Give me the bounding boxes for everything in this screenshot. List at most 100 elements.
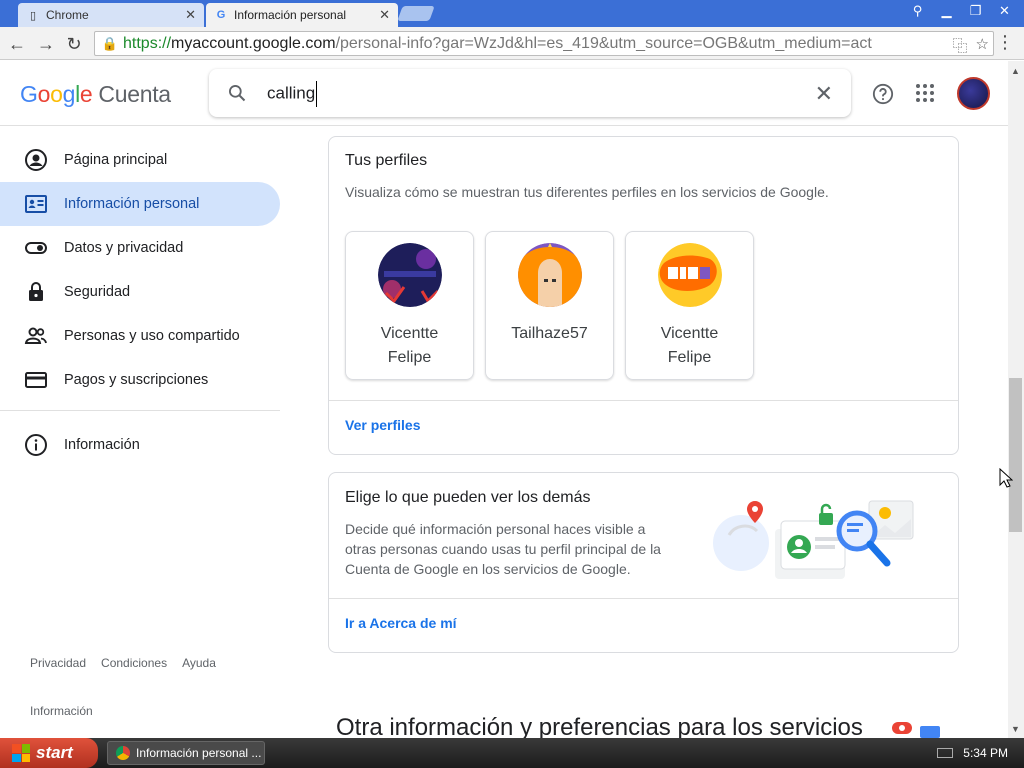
scroll-up-icon[interactable]: ▲ bbox=[1011, 66, 1020, 76]
url-scheme: https:// bbox=[123, 34, 172, 52]
profiles-card: Tus perfiles Visualiza cómo se muestran … bbox=[328, 136, 959, 455]
search-input[interactable]: calling bbox=[267, 81, 318, 107]
sidebar-item-label: Página principal bbox=[64, 152, 168, 168]
window-controls: ⚲ ▁ ❐ ✕ bbox=[904, 2, 1018, 20]
profile-name: Vicentte Felipe bbox=[660, 325, 719, 366]
forward-arrow-icon[interactable]: → bbox=[35, 33, 57, 55]
credit-card-icon bbox=[25, 372, 47, 388]
tab-title: Chrome bbox=[46, 8, 89, 22]
lock-icon: 🔒 bbox=[101, 35, 119, 51]
scroll-down-icon[interactable]: ▼ bbox=[1011, 724, 1020, 734]
brand-suffix: Cuenta bbox=[98, 81, 171, 107]
google-wordmark: Google bbox=[20, 81, 93, 107]
section-illustration bbox=[892, 722, 940, 738]
clear-search-icon[interactable]: ✕ bbox=[815, 81, 833, 107]
footer-links: Privacidad Condiciones Ayuda bbox=[30, 656, 216, 670]
profile-icon[interactable]: ⚲ bbox=[904, 2, 931, 20]
sidebar-item-informacion-personal[interactable]: Información personal bbox=[0, 182, 280, 226]
sidebar-item-pagos[interactable]: Pagos y suscripciones bbox=[0, 358, 280, 402]
browser-toolbar: ← → ↻ 🔒 https://myaccount.google.com/per… bbox=[0, 27, 1024, 60]
start-label: start bbox=[36, 743, 73, 762]
profile-picture bbox=[517, 243, 582, 307]
people-icon bbox=[24, 327, 47, 344]
card-divider bbox=[329, 400, 958, 401]
keyboard-icon[interactable] bbox=[937, 748, 954, 758]
sidebar-item-datos-y-privacidad[interactable]: Datos y privacidad bbox=[0, 226, 280, 270]
sidebar-item-label: Pagos y suscripciones bbox=[64, 372, 209, 388]
close-icon[interactable]: ✕ bbox=[185, 7, 196, 23]
start-button[interactable]: start bbox=[0, 738, 98, 768]
url-host: myaccount.google.com bbox=[171, 34, 336, 52]
translate-icon[interactable]: ⿻ bbox=[953, 35, 968, 56]
ver-perfiles-link[interactable]: Ver perfiles bbox=[345, 417, 421, 433]
profile-picture bbox=[377, 243, 442, 307]
scrollbar-thumb[interactable] bbox=[1009, 378, 1022, 532]
profile-card[interactable]: Vicentte Felipe bbox=[345, 231, 474, 380]
acerca-de-mi-link[interactable]: Ir a Acerca de mí bbox=[345, 615, 457, 631]
minimize-button[interactable]: ▁ bbox=[933, 2, 960, 20]
tab-informacion-personal[interactable]: G Información personal ✕ bbox=[206, 3, 398, 27]
card-divider bbox=[329, 598, 958, 599]
card-description: Decide qué información personal haces vi… bbox=[345, 521, 661, 577]
help-icon[interactable] bbox=[872, 83, 894, 105]
sidebar-item-label: Datos y privacidad bbox=[64, 240, 184, 256]
id-card-icon bbox=[25, 195, 47, 213]
footer-link-privacidad[interactable]: Privacidad bbox=[30, 656, 86, 670]
card-title: Elige lo que pueden ver los demás bbox=[345, 489, 591, 506]
profile-name: Tailhaze57 bbox=[511, 325, 588, 342]
card-title: Tus perfiles bbox=[345, 152, 428, 169]
card-description: Visualiza cómo se muestran tus diferente… bbox=[345, 184, 829, 200]
visibility-card: Elige lo que pueden ver los demás Decide… bbox=[328, 472, 959, 653]
taskbar-item-chrome[interactable]: Información personal ... bbox=[107, 741, 265, 765]
system-tray: 5:34 PM bbox=[914, 738, 1024, 768]
close-icon[interactable]: ✕ bbox=[379, 7, 390, 23]
footer-link-informacion[interactable]: Información bbox=[30, 704, 93, 718]
sidebar-divider bbox=[0, 410, 280, 411]
browser-tab-bar: ▯ Chrome ✕ G Información personal ✕ ⚲ ▁ … bbox=[0, 0, 1024, 27]
search-icon bbox=[229, 85, 246, 102]
url-path: /personal-info?gar=WzJd&hl=es_419&utm_so… bbox=[335, 34, 872, 52]
sidebar-item-label: Seguridad bbox=[64, 284, 131, 300]
sidebar-item-informacion[interactable]: Información bbox=[0, 423, 280, 467]
footer-link-ayuda[interactable]: Ayuda bbox=[182, 656, 216, 670]
google-account-logo[interactable]: Google Cuenta bbox=[20, 81, 171, 108]
lock-icon bbox=[29, 282, 43, 301]
restore-button[interactable]: ❐ bbox=[962, 2, 989, 20]
windows-logo-icon bbox=[12, 744, 30, 762]
mouse-cursor-icon bbox=[999, 468, 1013, 488]
search-box[interactable]: calling ✕ bbox=[209, 69, 851, 117]
sidebar-item-seguridad[interactable]: Seguridad bbox=[0, 270, 280, 314]
avatar[interactable] bbox=[957, 77, 990, 110]
tab-chrome[interactable]: ▯ Chrome ✕ bbox=[18, 3, 204, 27]
profile-card[interactable]: Vicentte Felipe bbox=[625, 231, 754, 380]
profile-card[interactable]: Tailhaze57 bbox=[485, 231, 614, 380]
bookmark-star-icon[interactable]: ☆ bbox=[976, 35, 989, 56]
address-bar[interactable]: 🔒 https://myaccount.google.com/personal-… bbox=[94, 31, 994, 56]
sidebar-nav: Página principal Información personal Da… bbox=[0, 138, 282, 467]
chrome-icon bbox=[116, 746, 130, 760]
google-g-icon: G bbox=[216, 9, 226, 21]
tab-title: Información personal bbox=[234, 8, 347, 22]
sidebar-item-label: Información bbox=[64, 437, 140, 453]
new-tab-button[interactable] bbox=[397, 6, 435, 21]
sidebar-item-pagina-principal[interactable]: Página principal bbox=[0, 138, 280, 182]
back-arrow-icon[interactable]: ← bbox=[6, 33, 28, 55]
footer-link-condiciones[interactable]: Condiciones bbox=[101, 656, 167, 670]
browser-menu-icon[interactable]: ⋮ bbox=[996, 33, 1014, 51]
os-taskbar: start Información personal ... 5:34 PM bbox=[0, 738, 1024, 768]
info-icon bbox=[25, 434, 47, 456]
apps-grid-icon[interactable] bbox=[915, 83, 935, 103]
clock[interactable]: 5:34 PM bbox=[963, 746, 1008, 760]
reload-icon[interactable]: ↻ bbox=[63, 33, 85, 55]
account-circle-icon bbox=[25, 149, 47, 171]
profile-picture bbox=[657, 243, 722, 307]
toggle-icon bbox=[25, 242, 47, 254]
sidebar-item-personas[interactable]: Personas y uso compartido bbox=[0, 314, 280, 358]
account-header: Google Cuenta calling ✕ bbox=[0, 61, 1008, 126]
sidebar-item-label: Personas y uso compartido bbox=[64, 328, 240, 344]
privacy-illustration bbox=[713, 500, 914, 579]
profile-name: Vicentte Felipe bbox=[380, 325, 439, 366]
taskbar-item-label: Información personal ... bbox=[136, 746, 262, 760]
sidebar-item-label: Información personal bbox=[64, 196, 200, 212]
close-window-button[interactable]: ✕ bbox=[991, 2, 1018, 20]
